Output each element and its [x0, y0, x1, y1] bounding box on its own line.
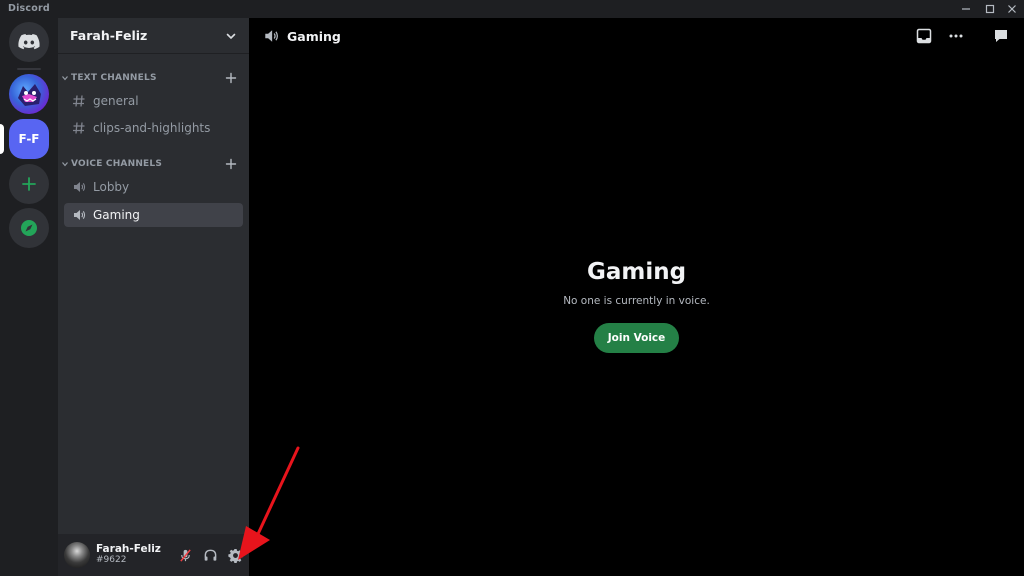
- rail-separator: [17, 68, 41, 70]
- category-text-channels[interactable]: TEXT CHANNELS: [58, 70, 249, 86]
- category-voice-channels[interactable]: VOICE CHANNELS: [58, 156, 249, 172]
- discord-logo-icon: [18, 34, 40, 50]
- caret-down-icon: [62, 76, 68, 81]
- headphones-icon: [204, 549, 216, 561]
- voice-empty-state: Gaming No one is currently in voice. Joi…: [249, 255, 1024, 353]
- channel-label: Lobby: [93, 180, 130, 194]
- channel-sidebar: Farah-Feliz TEXT CHANNELS general clips-…: [58, 18, 249, 576]
- more-options-button[interactable]: [947, 27, 965, 45]
- show-chat-button[interactable]: [992, 27, 1010, 45]
- speaker-icon: [74, 210, 86, 220]
- discord-window: Discord F-F Farah-Feliz TEXT CHANNELS ge…: [0, 0, 1024, 576]
- join-voice-button[interactable]: Join Voice: [593, 323, 680, 353]
- deafen-button[interactable]: [199, 544, 221, 566]
- hash-icon: [73, 122, 85, 134]
- voice-channel-title: Gaming: [586, 259, 687, 285]
- channel-title: Gaming: [287, 28, 341, 44]
- discord-home-button[interactable]: [9, 22, 49, 62]
- gear-icon: [227, 548, 243, 563]
- plus-icon: [22, 177, 36, 191]
- main-content: Gaming Gaming No one is currently in voi…: [249, 18, 1024, 576]
- category-label: TEXT CHANNELS: [71, 73, 157, 83]
- maximize-icon[interactable]: [978, 0, 1002, 18]
- compass-icon: [21, 220, 37, 236]
- channel-gaming[interactable]: Gaming: [64, 203, 243, 227]
- inbox-button[interactable]: [915, 27, 933, 45]
- mute-button[interactable]: [174, 544, 196, 566]
- channel-general[interactable]: general: [64, 89, 243, 113]
- more-icon: [949, 34, 963, 38]
- speaker-icon: [265, 30, 278, 42]
- add-server-button[interactable]: [9, 164, 49, 204]
- minimize-icon[interactable]: [954, 0, 978, 18]
- channel-header: Gaming: [249, 18, 1024, 54]
- user-tag: #9622: [96, 554, 127, 565]
- speaker-icon: [74, 182, 86, 192]
- server-initials: F-F: [18, 132, 40, 146]
- mic-muted-icon: [179, 548, 191, 562]
- server-header[interactable]: Farah-Feliz: [58, 18, 249, 54]
- server-name: Farah-Feliz: [70, 28, 148, 43]
- close-icon[interactable]: [1000, 0, 1024, 18]
- avatar[interactable]: [64, 542, 90, 568]
- category-label: VOICE CHANNELS: [71, 159, 163, 169]
- selected-server-indicator: [0, 124, 4, 154]
- channel-label: general: [93, 94, 139, 108]
- chevron-down-icon: [226, 33, 236, 39]
- channel-label: Gaming: [93, 208, 140, 222]
- user-panel: Farah-Feliz #9622: [58, 534, 249, 576]
- server-rail: F-F: [0, 18, 58, 576]
- voice-status-text: No one is currently in voice.: [563, 295, 710, 307]
- app-title: Discord: [8, 3, 50, 14]
- beast-logo-icon: [18, 84, 41, 106]
- caret-down-icon: [62, 162, 68, 167]
- mrbeast-server-icon[interactable]: [9, 74, 49, 114]
- farah-feliz-server[interactable]: F-F: [9, 119, 49, 159]
- channel-label: clips-and-highlights: [93, 121, 211, 135]
- user-info[interactable]: Farah-Feliz #9622: [96, 544, 174, 565]
- user-settings-button[interactable]: [224, 544, 246, 566]
- title-bar: Discord: [0, 0, 1024, 18]
- chat-icon: [995, 30, 1007, 42]
- create-channel-plus-icon[interactable]: [225, 158, 237, 170]
- hash-icon: [73, 95, 85, 107]
- create-channel-plus-icon[interactable]: [225, 72, 237, 84]
- channel-clips-and-highlights[interactable]: clips-and-highlights: [64, 116, 243, 140]
- channel-lobby[interactable]: Lobby: [64, 175, 243, 199]
- inbox-icon: [916, 28, 932, 44]
- discover-servers-button[interactable]: [9, 208, 49, 248]
